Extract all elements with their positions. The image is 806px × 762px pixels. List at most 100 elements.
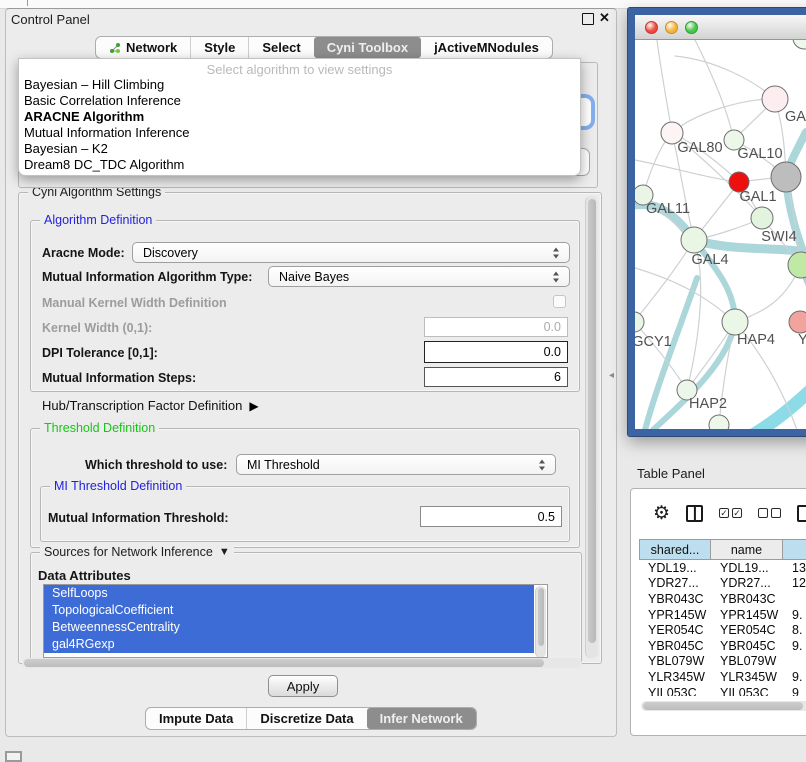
table-cell[interactable]: YLR345W xyxy=(711,670,783,684)
table-cell[interactable]: YPR145W xyxy=(711,608,783,622)
table-column-header[interactable]: name xyxy=(711,539,783,560)
tab-style[interactable]: Style xyxy=(190,37,248,58)
mi-algorithm-type-combobox[interactable]: Naive Bayes xyxy=(268,266,570,287)
algorithm-option[interactable]: Dream8 DC_TDC Algorithm xyxy=(19,157,580,173)
float-window-icon[interactable] xyxy=(582,13,594,25)
minimize-traffic-light[interactable] xyxy=(665,21,678,34)
select-all-icon[interactable]: ✓✓ xyxy=(719,508,742,518)
scrollbar-thumb[interactable] xyxy=(588,199,596,643)
table-row[interactable]: YIL053CYIL053C9 xyxy=(639,685,806,696)
table-row[interactable]: YPR145WYPR145W9. xyxy=(639,607,806,623)
hub-definition-expander[interactable]: Hub/Transcription Factor Definition ▶ xyxy=(42,398,259,413)
network-node[interactable] xyxy=(789,311,806,333)
network-node[interactable] xyxy=(709,415,729,429)
table-cell[interactable]: YBR045C xyxy=(639,639,711,653)
table-cell[interactable]: YIL053C xyxy=(711,686,783,696)
algorithm-option[interactable]: Mutual Information Inference xyxy=(19,125,580,141)
list-vertical-scrollbar[interactable] xyxy=(535,586,546,658)
tab-cyni-toolbox[interactable]: Cyni Toolbox xyxy=(314,37,421,58)
tab-network[interactable]: Network xyxy=(96,37,190,58)
table-cell[interactable]: YBR043C xyxy=(711,592,783,606)
scrollbar-thumb[interactable] xyxy=(643,702,803,710)
table-cell[interactable]: YPR145W xyxy=(639,608,711,622)
scrollbar-thumb[interactable] xyxy=(538,588,544,646)
algorithm-option[interactable]: Bayesian – K2 xyxy=(19,141,580,157)
algorithm-option[interactable]: Basic Correlation Inference xyxy=(19,93,580,109)
table-cell[interactable]: YBR043C xyxy=(639,592,711,606)
split-columns-icon[interactable] xyxy=(686,505,703,522)
aracne-mode-combobox[interactable]: Discovery xyxy=(132,242,570,263)
list-item[interactable]: BetweennessCentrality xyxy=(44,619,534,636)
table-cell[interactable]: YER054C xyxy=(639,623,711,637)
network-canvas[interactable]: GALGAL80GAL10GAL1GAL11SWI4GAL4GCY1HAP4YH… xyxy=(635,40,806,429)
table-cell[interactable]: 9. xyxy=(783,608,806,622)
mi-steps-field[interactable]: 6 xyxy=(424,367,568,387)
table-cell[interactable]: YBL079W xyxy=(639,654,711,668)
table-row[interactable]: YBR043CYBR043C xyxy=(639,591,806,607)
table-cell[interactable]: 9. xyxy=(783,639,806,653)
dpi-tolerance-field[interactable]: 0.0 xyxy=(424,341,568,363)
table-cell[interactable]: 12 xyxy=(783,576,806,590)
table-row[interactable]: YDR27...YDR27...12 xyxy=(639,576,806,592)
table-column-header[interactable]: shared... xyxy=(639,539,711,560)
settings-vertical-scrollbar[interactable] xyxy=(585,196,598,658)
data-attributes-list[interactable]: SelfLoops TopologicalCoefficient Between… xyxy=(43,584,548,658)
network-edge[interactable] xyxy=(657,40,672,133)
table-cell[interactable]: YIL053C xyxy=(639,686,711,696)
tab-jactivemnodules[interactable]: jActiveMNodules xyxy=(421,37,552,58)
collapse-down-icon[interactable]: ▼ xyxy=(219,546,230,558)
network-view-window[interactable]: GALGAL80GAL10GAL1GAL11SWI4GAL4GCY1HAP4YH… xyxy=(628,8,806,436)
table-cell[interactable]: 9. xyxy=(783,670,806,684)
table-row[interactable]: YBR045CYBR045C9. xyxy=(639,638,806,654)
table-row[interactable]: YBL079WYBL079W xyxy=(639,654,806,670)
table-row[interactable]: YLR345WYLR345W9. xyxy=(639,669,806,685)
tab-discretize-data[interactable]: Discretize Data xyxy=(246,708,366,729)
panel-collapse-arrow-icon[interactable]: ◂ xyxy=(609,370,614,381)
close-traffic-light[interactable] xyxy=(645,21,658,34)
tab-select[interactable]: Select xyxy=(248,37,313,58)
network-window-titlebar[interactable] xyxy=(635,15,806,40)
zoom-traffic-light[interactable] xyxy=(685,21,698,34)
which-threshold-combobox[interactable]: MI Threshold xyxy=(236,454,556,475)
gear-icon[interactable]: ⚙ xyxy=(653,504,670,523)
table-cell[interactable]: 13 xyxy=(783,561,806,575)
table-cell[interactable]: 9 xyxy=(783,686,806,696)
manual-kernel-width-checkbox[interactable] xyxy=(553,295,566,308)
apply-button[interactable]: Apply xyxy=(268,675,338,697)
kernel-width-field[interactable]: 0.0 xyxy=(424,317,568,337)
table-column-header[interactable]: A xyxy=(783,539,806,560)
scrollbar-thumb[interactable] xyxy=(24,659,544,667)
table-cell[interactable]: YDR27... xyxy=(639,576,711,590)
algorithm-option-selected[interactable]: ARACNE Algorithm xyxy=(19,109,580,125)
network-edge[interactable] xyxy=(695,40,734,140)
network-node[interactable] xyxy=(788,252,806,278)
table-cell[interactable]: YDR27... xyxy=(711,576,783,590)
table-cell[interactable]: YLR345W xyxy=(639,670,711,684)
table-cell[interactable]: YER054C xyxy=(711,623,783,637)
deselect-all-icon[interactable] xyxy=(758,508,781,518)
list-item[interactable]: gal4RGexp xyxy=(44,636,534,653)
table-cell[interactable]: YDL19... xyxy=(639,561,711,575)
network-node[interactable] xyxy=(681,227,707,253)
network-edge[interactable] xyxy=(751,388,806,429)
list-item[interactable]: TopologicalCoefficient xyxy=(44,602,534,619)
settings-horizontal-scrollbar[interactable] xyxy=(22,658,582,668)
list-item[interactable]: SelfLoops xyxy=(44,585,534,602)
mi-threshold-field[interactable]: 0.5 xyxy=(420,506,562,527)
table-row[interactable]: YER054CYER054C8. xyxy=(639,622,806,638)
table-cell[interactable]: YDL19... xyxy=(711,561,783,575)
network-node[interactable] xyxy=(751,207,773,229)
table-row[interactable]: YDL19...YDL19...13 xyxy=(639,560,806,576)
network-node[interactable] xyxy=(771,162,801,192)
algorithm-option[interactable]: Bayesian – Hill Climbing xyxy=(19,77,580,93)
minimized-panel-icon[interactable] xyxy=(5,751,22,762)
network-edge[interactable] xyxy=(675,56,775,99)
table-cell[interactable]: 8. xyxy=(783,623,806,637)
table-cell[interactable]: YBR045C xyxy=(711,639,783,653)
close-icon[interactable]: ✕ xyxy=(599,10,610,26)
table-horizontal-scrollbar[interactable] xyxy=(641,701,806,711)
tab-impute-data[interactable]: Impute Data xyxy=(146,708,246,729)
network-node[interactable] xyxy=(793,40,806,49)
network-node[interactable] xyxy=(635,312,644,332)
tab-infer-network[interactable]: Infer Network xyxy=(367,708,476,729)
